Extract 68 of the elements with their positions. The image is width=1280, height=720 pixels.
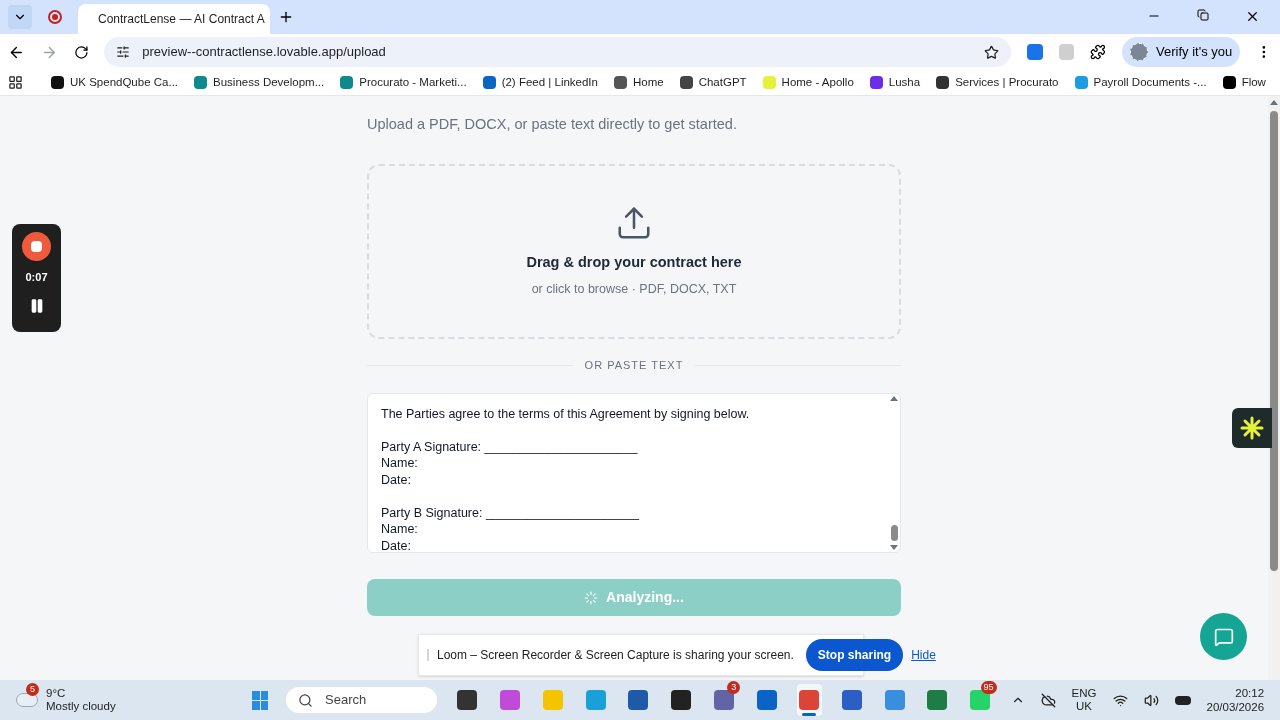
asterisk-icon (1240, 416, 1264, 440)
start-icon[interactable] (252, 690, 269, 710)
reload-icon[interactable] (73, 44, 89, 60)
apollo-widget[interactable] (1232, 408, 1272, 448)
drag-handle-icon (427, 649, 429, 661)
bookmark[interactable]: Procurato - Marketi... (340, 73, 467, 92)
volume-icon[interactable] (1143, 692, 1159, 708)
contract-text-area[interactable]: The Parties agree to the terms of this Agreement by signing below. Party A Signature: ______________________ Name: Date: Party B Signature: ______________________ Name: Date: (367, 393, 901, 554)
text-line: Name: (381, 455, 419, 473)
notification-badge: 3 (727, 681, 741, 694)
avatar-icon (1130, 43, 1149, 61)
tab-list-button[interactable] (8, 5, 32, 29)
clock-time: 20:12 (1235, 686, 1265, 700)
wifi-icon[interactable] (1112, 692, 1128, 708)
bookmark[interactable]: UK SpendQube Ca... (51, 73, 179, 92)
restore-icon[interactable] (1197, 9, 1209, 21)
taskbar-search[interactable]: Search (286, 687, 438, 713)
text-line: The Parties agree to the terms of this Agreement by signing below. (381, 406, 751, 423)
hide-link[interactable]: Hide (911, 646, 936, 664)
recording-time: 0:07 (25, 270, 48, 285)
divider-label: OR PASTE TEXT (584, 357, 684, 373)
bookmark[interactable]: Business Developm... (194, 73, 325, 92)
stop-recording-button[interactable] (22, 232, 51, 261)
weather-condition: Mostly cloudy (46, 700, 116, 713)
site-info-icon[interactable] (116, 45, 131, 59)
drop-zone[interactable]: Drag & drop your contract here or click to browse · PDF, DOCX, TXT (367, 163, 901, 339)
tab-title: ContractLense — AI Contract A (98, 11, 265, 28)
stop-sharing-button[interactable]: Stop sharing (805, 639, 904, 671)
search-icon (298, 692, 314, 708)
temperature: 9°C (46, 687, 67, 700)
weather-icon (16, 693, 38, 707)
text-line: Date: (381, 472, 412, 489)
extensions-icon[interactable] (1090, 44, 1107, 60)
profile-button[interactable]: Verify it's you (1122, 37, 1241, 67)
text-line: Date: (381, 537, 412, 553)
sharing-message: Loom – Screen Recorder & Screen Capture is sharing your screen. (437, 647, 794, 664)
bookmark[interactable]: Lusha (869, 73, 921, 92)
bookmark[interactable]: (2) Feed | LinkedIn (482, 73, 598, 92)
record-icon (48, 10, 62, 24)
text-line: Party A Signature: ______________________ (381, 438, 639, 456)
new-tab-icon[interactable] (278, 9, 294, 25)
bookmark[interactable]: ChatGPT (679, 73, 747, 92)
bookmark[interactable]: Home (613, 73, 664, 92)
text-line: Name: (381, 521, 419, 538)
chat-icon (1213, 626, 1234, 647)
bookmark[interactable]: Payroll Documents -... (1074, 73, 1207, 92)
spinner-icon (584, 590, 599, 605)
address-bar[interactable]: preview--contractlense.lovable.app/upload (104, 37, 1011, 67)
url-text: preview--contractlense.lovable.app/upload (142, 43, 386, 62)
bookmark-star-icon[interactable] (983, 44, 999, 60)
dropzone-title: Drag & drop your contract here (526, 253, 742, 272)
cloud-icon[interactable] (1040, 692, 1056, 708)
battery-icon[interactable] (1174, 695, 1191, 705)
bookmark[interactable]: Services | Procurato (936, 73, 1059, 92)
notification-badge: 95 (980, 681, 997, 694)
chat-button[interactable] (1200, 613, 1247, 660)
language-indicator[interactable]: ENG UK (1071, 687, 1097, 713)
bookmark[interactable]: Home - Apollo (762, 73, 854, 92)
subtitle: Upload a PDF, DOCX, or paste text directly to get started. (367, 115, 738, 134)
extension-icon[interactable] (1026, 44, 1043, 60)
weather-badge: 5 (26, 683, 39, 696)
text-line: Party B Signature: ______________________ (381, 504, 640, 522)
apps-icon[interactable] (8, 75, 23, 90)
dropzone-hint: or click to browse · PDF, DOCX, TXT (531, 280, 737, 298)
close-icon[interactable] (1245, 9, 1260, 24)
bookmark[interactable]: Flow (1222, 73, 1266, 92)
clock-date: 20/03/2026 (1206, 700, 1265, 714)
browser-tab[interactable]: ContractLense — AI Contract A (78, 4, 270, 34)
